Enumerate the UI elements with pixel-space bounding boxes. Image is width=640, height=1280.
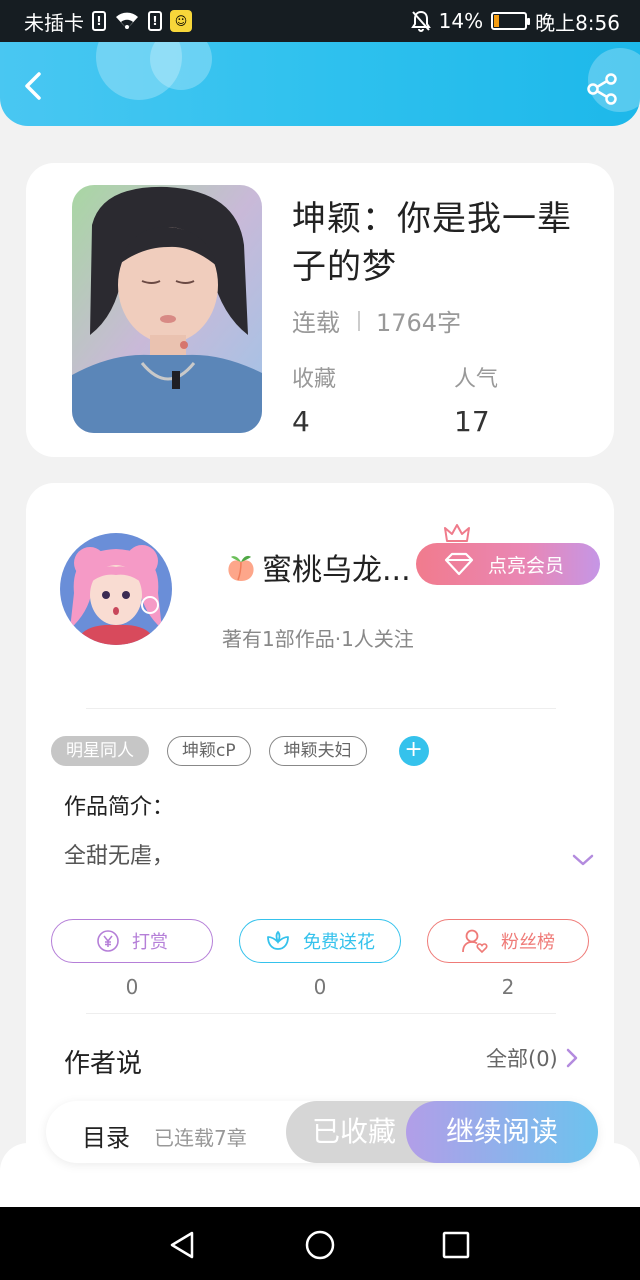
clock: 晚上8:56 (535, 10, 620, 35)
share-button[interactable] (586, 72, 620, 106)
triangle-back-icon (170, 1231, 194, 1259)
author-says-title: 作者说 (64, 1049, 143, 1079)
send-flower-button[interactable]: 免费送花 (239, 919, 401, 963)
diamond-icon (444, 552, 474, 576)
tag-list: 明星同人 坤颖cP 坤颖夫妇 + (51, 736, 429, 766)
tag-item[interactable]: 坤颖夫妇 (268, 736, 367, 766)
nav-home-button[interactable] (304, 1229, 336, 1261)
fans-icon (462, 929, 488, 954)
add-tag-button[interactable]: + (398, 736, 429, 766)
circle-home-icon (305, 1230, 335, 1260)
header-bar (0, 42, 640, 126)
peach-icon (224, 550, 258, 584)
fans-ranking-button[interactable]: 粉丝榜 (427, 919, 589, 963)
stat-value: 4 (292, 405, 310, 438)
divider (86, 1013, 556, 1014)
bell-off-icon (410, 10, 431, 32)
tag-item[interactable]: 明星同人 (51, 736, 149, 766)
chevron-down-icon[interactable] (571, 853, 595, 867)
back-button[interactable] (18, 70, 50, 102)
square-recents-icon (442, 1231, 470, 1259)
reward-button[interactable]: 打赏 (51, 919, 213, 963)
divider (86, 708, 556, 709)
alert-icon: ! (148, 11, 162, 31)
author-avatar[interactable] (60, 533, 172, 645)
wifi-icon (114, 11, 140, 31)
intro-title: 作品简介： (64, 795, 175, 820)
continue-reading-button[interactable]: 继续阅读 (406, 1101, 598, 1163)
share-icon (587, 73, 617, 105)
stat-label: 人气 (454, 367, 499, 392)
book-meta: 连载 1764字 (292, 303, 461, 338)
author-info-card: 蜜桃乌龙... 点亮会员 著有1部作品·1人关注 明星同人 坤颖cP 坤颖夫妇 … (26, 483, 614, 1183)
author-name-text: 蜜桃乌龙... (262, 553, 411, 588)
flower-count: 0 (313, 975, 327, 999)
author-name[interactable]: 蜜桃乌龙... (224, 545, 411, 589)
word-count: 1764字 (376, 309, 462, 337)
chevron-right-icon (566, 1048, 577, 1068)
bottom-action-bar: 目录 已连载7章 已收藏 继续阅读 (46, 1101, 598, 1163)
fans-count: 2 (501, 975, 515, 999)
serial-status: 连载 (292, 309, 340, 337)
status-bar: 未插卡 ! ! ☺ 14% 晚上8:56 (0, 0, 640, 42)
book-title: 坤颖：你是我一辈子的梦 (292, 199, 572, 287)
stat-favorites: 收藏 4 (292, 361, 336, 438)
flower-icon (267, 930, 289, 950)
fans-ranking-label: 粉丝榜 (501, 932, 555, 953)
stat-popularity: 人气 17 (454, 361, 498, 438)
author-stats: 著有1部作品·1人关注 (222, 627, 414, 651)
vip-membership-button[interactable]: 点亮会员 (416, 543, 600, 585)
chapter-count: 已连载7章 (154, 1126, 247, 1150)
no-sim-icon: ! (92, 11, 106, 31)
nav-recents-button[interactable] (440, 1229, 472, 1261)
crown-icon (444, 524, 470, 542)
reward-count: 0 (125, 975, 139, 999)
view-all-label: 全部(0) (486, 1047, 558, 1071)
catalog-button[interactable]: 目录 (82, 1118, 130, 1153)
yen-icon (97, 930, 119, 952)
tag-item[interactable]: 坤颖cP (167, 736, 251, 766)
battery-percent: 14% (438, 9, 484, 33)
vip-label: 点亮会员 (488, 554, 565, 577)
system-nav-bar (0, 1207, 640, 1280)
battery-icon (491, 12, 531, 30)
book-cover-image[interactable] (72, 185, 262, 433)
carrier-label: 未插卡 (24, 10, 84, 35)
reward-label: 打赏 (132, 932, 168, 953)
view-all-link[interactable]: 全部(0) (486, 1043, 578, 1073)
nav-back-button[interactable] (166, 1229, 198, 1261)
intro-text: 全甜无虐， (64, 844, 175, 869)
book-info-card: 坤颖：你是我一辈子的梦 连载 1764字 收藏 4 人气 17 (26, 163, 614, 457)
chevron-left-icon (25, 72, 41, 100)
app-notification-icon: ☺ (170, 10, 192, 32)
send-flower-label: 免费送花 (303, 932, 375, 953)
stat-label: 收藏 (292, 367, 337, 392)
meta-divider (358, 310, 360, 331)
stat-value: 17 (454, 405, 490, 438)
